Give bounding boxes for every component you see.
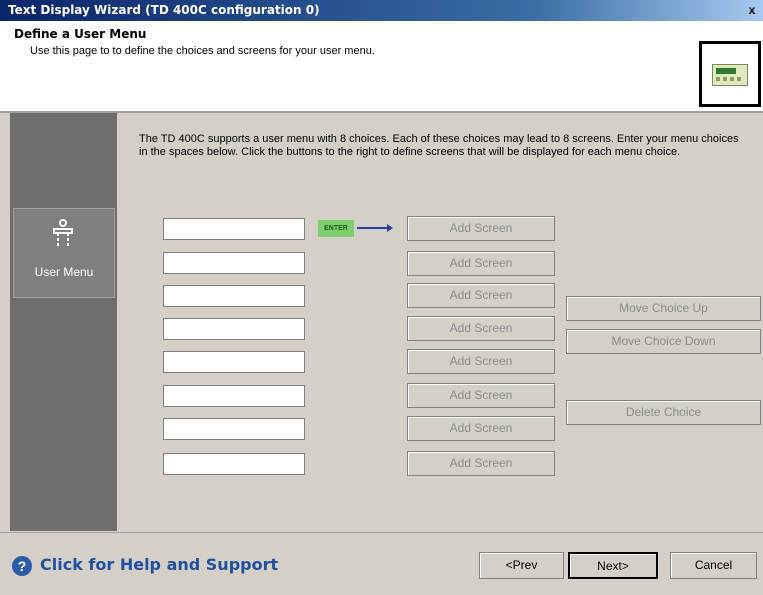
page-title: Define a User Menu bbox=[14, 27, 147, 41]
wizard-footer: ? Click for Help and Support <Prev Next>… bbox=[0, 532, 763, 595]
instructions-text: The TD 400C supports a user menu with 8 … bbox=[139, 133, 739, 158]
enter-key-badge: ENTER bbox=[318, 220, 354, 237]
menu-choice-input-5[interactable] bbox=[163, 351, 305, 373]
add-screen-button-5[interactable]: Add Screen bbox=[407, 349, 555, 374]
delete-choice-button[interactable]: Delete Choice bbox=[566, 400, 761, 425]
help-support-link[interactable]: Click for Help and Support bbox=[40, 555, 278, 574]
window-title: Text Display Wizard (TD 400C configurati… bbox=[8, 3, 320, 17]
prev-button[interactable]: <Prev bbox=[479, 552, 564, 579]
main-panel: User Menu The TD 400C supports a user me… bbox=[10, 113, 763, 531]
cancel-button[interactable]: Cancel bbox=[670, 552, 757, 579]
menu-choice-input-6[interactable] bbox=[163, 385, 305, 407]
menu-choice-input-1[interactable] bbox=[163, 218, 305, 240]
page-description: Use this page to to define the choices a… bbox=[30, 45, 375, 57]
help-icon[interactable]: ? bbox=[12, 556, 32, 576]
add-screen-button-3[interactable]: Add Screen bbox=[407, 283, 555, 308]
sidebar-item-label: User Menu bbox=[34, 265, 94, 279]
title-bar: Text Display Wizard (TD 400C configurati… bbox=[0, 0, 763, 21]
wizard-header: Define a User Menu Use this page to to d… bbox=[0, 21, 763, 113]
menu-choice-input-2[interactable] bbox=[163, 252, 305, 274]
menu-choice-input-4[interactable] bbox=[163, 318, 305, 340]
add-screen-button-7[interactable]: Add Screen bbox=[407, 416, 555, 441]
move-choice-up-button[interactable]: Move Choice Up bbox=[566, 296, 761, 321]
add-screen-button-2[interactable]: Add Screen bbox=[407, 251, 555, 276]
sidebar-item-user-menu[interactable]: User Menu bbox=[13, 208, 115, 298]
user-menu-icon bbox=[53, 219, 73, 247]
add-screen-button-4[interactable]: Add Screen bbox=[407, 316, 555, 341]
add-screen-button-1[interactable]: Add Screen bbox=[407, 216, 555, 241]
add-screen-button-6[interactable]: Add Screen bbox=[407, 383, 555, 408]
td400c-device-icon bbox=[699, 41, 761, 107]
arrow-right-icon bbox=[357, 224, 393, 232]
close-icon[interactable]: x bbox=[745, 3, 759, 17]
next-button[interactable]: Next> bbox=[568, 552, 658, 579]
menu-choice-input-7[interactable] bbox=[163, 418, 305, 440]
sidebar: User Menu bbox=[10, 113, 117, 531]
menu-choice-input-8[interactable] bbox=[163, 453, 305, 475]
add-screen-button-8[interactable]: Add Screen bbox=[407, 451, 555, 476]
move-choice-down-button[interactable]: Move Choice Down bbox=[566, 329, 761, 354]
menu-choice-input-3[interactable] bbox=[163, 285, 305, 307]
